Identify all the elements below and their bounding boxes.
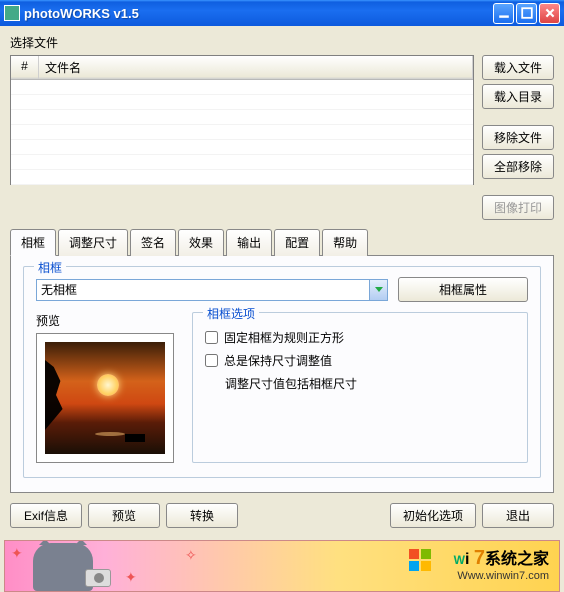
frame-options-fieldset: 相框选项 固定相框为规则正方形 总是保持尺寸调整值 调整尺寸值包括相框尺寸 <box>192 312 528 463</box>
brand-url: Www.winwin7.com <box>454 570 549 582</box>
convert-button[interactable]: 转换 <box>166 503 238 528</box>
tab-signature[interactable]: 签名 <box>130 229 176 256</box>
frame-options-legend: 相框选项 <box>203 305 259 322</box>
frame-properties-button[interactable]: 相框属性 <box>398 277 528 302</box>
image-print-button[interactable]: 图像打印 <box>482 195 554 220</box>
brand-text: Wi 7系统之家 <box>454 545 549 570</box>
file-table-header: # 文件名 <box>11 56 473 80</box>
close-button[interactable] <box>539 3 560 24</box>
chevron-down-icon[interactable] <box>369 280 387 300</box>
file-table-rows[interactable] <box>11 80 473 185</box>
remove-file-button[interactable]: 移除文件 <box>482 125 554 150</box>
preview-box <box>36 333 174 463</box>
frame-combo[interactable]: 无相框 <box>36 279 388 301</box>
keep-size-label: 总是保持尺寸调整值 <box>224 352 332 369</box>
keep-size-sublabel: 调整尺寸值包括相框尺寸 <box>225 375 515 392</box>
exit-button[interactable]: 退出 <box>482 503 554 528</box>
window-title: photoWORKS v1.5 <box>24 6 493 21</box>
tab-config[interactable]: 配置 <box>274 229 320 256</box>
file-table[interactable]: # 文件名 <box>10 55 474 185</box>
col-header-num[interactable]: # <box>11 56 39 79</box>
preview-image <box>45 342 165 454</box>
tab-resize[interactable]: 调整尺寸 <box>58 229 128 256</box>
tab-output[interactable]: 输出 <box>226 229 272 256</box>
preview-label: 预览 <box>36 312 174 329</box>
app-icon <box>4 5 20 21</box>
tab-frame[interactable]: 相框 <box>10 229 56 256</box>
load-file-button[interactable]: 载入文件 <box>482 55 554 80</box>
init-options-button[interactable]: 初始化选项 <box>390 503 476 528</box>
windows-flag-icon <box>409 549 431 571</box>
tab-panel-frame: 相框 无相框 相框属性 预览 <box>10 255 554 493</box>
camera-icon <box>85 569 111 587</box>
maximize-button[interactable] <box>516 3 537 24</box>
frame-fieldset: 相框 无相框 相框属性 预览 <box>23 266 541 478</box>
tab-effect[interactable]: 效果 <box>178 229 224 256</box>
tab-row: 相框 调整尺寸 签名 效果 输出 配置 帮助 <box>10 229 554 256</box>
remove-all-button[interactable]: 全部移除 <box>482 154 554 179</box>
col-header-name[interactable]: 文件名 <box>39 56 473 79</box>
frame-legend: 相框 <box>34 259 66 276</box>
keep-size-checkbox[interactable] <box>205 354 218 367</box>
preview-button[interactable]: 预览 <box>88 503 160 528</box>
square-frame-label: 固定相框为规则正方形 <box>224 329 344 346</box>
frame-combo-value: 无相框 <box>41 281 77 298</box>
exif-button[interactable]: Exif信息 <box>10 503 82 528</box>
tab-help[interactable]: 帮助 <box>322 229 368 256</box>
cat-illustration <box>33 543 93 591</box>
titlebar: photoWORKS v1.5 <box>0 0 564 26</box>
footer-banner: ✦ ✦ ✧ Wi 7系统之家 Www.winwin7.com <box>4 540 560 592</box>
minimize-button[interactable] <box>493 3 514 24</box>
square-frame-checkbox[interactable] <box>205 331 218 344</box>
select-file-label: 选择文件 <box>10 34 554 51</box>
load-dir-button[interactable]: 载入目录 <box>482 84 554 109</box>
